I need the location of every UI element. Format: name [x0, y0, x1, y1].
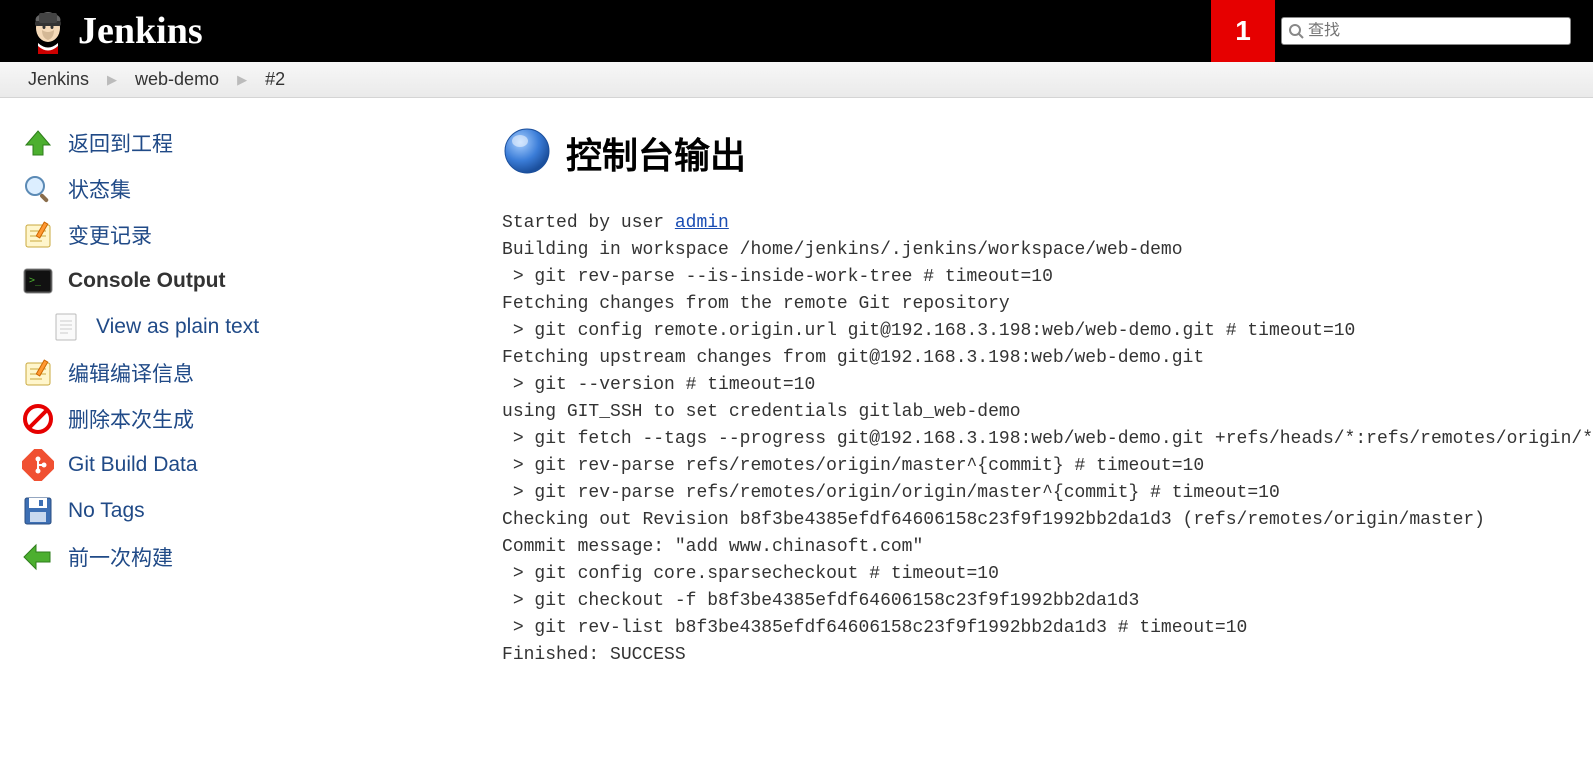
sidebar-label-previous-build[interactable]: 前一次构建	[68, 542, 173, 572]
sidebar-label-console-output[interactable]: Console Output	[68, 269, 225, 293]
notification-count: 1	[1235, 15, 1251, 47]
blue-ball-icon	[502, 126, 552, 180]
page-title-row: 控制台输出	[502, 126, 1593, 180]
notepad-edit-icon	[22, 357, 54, 389]
sidebar-label-back[interactable]: 返回到工程	[68, 128, 173, 158]
breadcrumb-bar: Jenkins ▶ web-demo ▶ #2	[0, 62, 1593, 98]
up-arrow-icon	[22, 127, 54, 159]
sidebar-label-git-data[interactable]: Git Build Data	[68, 453, 198, 477]
left-arrow-icon	[22, 541, 54, 573]
sidebar-label-no-tags[interactable]: No Tags	[68, 499, 145, 523]
forbidden-icon	[22, 403, 54, 435]
jenkins-logo-link[interactable]: Jenkins	[28, 8, 203, 54]
save-icon	[22, 495, 54, 527]
search-input[interactable]	[1308, 22, 1564, 40]
sidebar-item-console-output[interactable]: >_ Console Output	[22, 258, 502, 304]
top-header: Jenkins 1	[0, 0, 1593, 62]
console-user-link[interactable]: admin	[675, 213, 729, 233]
sidebar-label-changes[interactable]: 变更记录	[68, 220, 152, 250]
svg-text:>_: >_	[29, 275, 42, 286]
git-icon	[22, 449, 54, 481]
main-panel: 控制台输出 Started by user admin Building in …	[502, 98, 1593, 669]
sidebar-item-plain-text[interactable]: View as plain text	[50, 304, 502, 350]
page-title: 控制台输出	[566, 127, 746, 179]
search-box[interactable]	[1281, 17, 1571, 45]
sidebar-label-status[interactable]: 状态集	[68, 174, 131, 204]
console-lines: Building in workspace /home/jenkins/.jen…	[502, 240, 1593, 665]
jenkins-logo-text: Jenkins	[78, 9, 203, 53]
breadcrumb-build[interactable]: #2	[261, 69, 289, 90]
page-body: 返回到工程 状态集 变更记录 >_ Console Output View as	[0, 98, 1593, 669]
console-started-by-prefix: Started by user	[502, 213, 675, 233]
console-output: Started by user admin Building in worksp…	[502, 210, 1593, 669]
sidebar-label-plain-text[interactable]: View as plain text	[96, 315, 259, 339]
sidebar-item-delete-build[interactable]: 删除本次生成	[22, 396, 502, 442]
notification-badge[interactable]: 1	[1211, 0, 1275, 62]
search-icon	[1288, 23, 1304, 39]
breadcrumb-job[interactable]: web-demo	[131, 69, 223, 90]
notepad-icon	[22, 219, 54, 251]
sidebar-item-git-data[interactable]: Git Build Data	[22, 442, 502, 488]
sidebar-item-back[interactable]: 返回到工程	[22, 120, 502, 166]
sidebar-item-no-tags[interactable]: No Tags	[22, 488, 502, 534]
search-wrap	[1275, 0, 1581, 62]
side-panel: 返回到工程 状态集 变更记录 >_ Console Output View as	[0, 98, 502, 669]
sidebar-item-status[interactable]: 状态集	[22, 166, 502, 212]
header-right: 1	[1211, 0, 1581, 62]
magnifier-icon	[22, 173, 54, 205]
terminal-icon: >_	[22, 265, 54, 297]
sidebar-item-changes[interactable]: 变更记录	[22, 212, 502, 258]
chevron-right-icon: ▶	[237, 72, 247, 88]
sidebar-label-delete-build[interactable]: 删除本次生成	[68, 404, 194, 434]
breadcrumb-jenkins[interactable]: Jenkins	[24, 69, 93, 90]
chevron-right-icon: ▶	[107, 72, 117, 88]
document-icon	[50, 311, 82, 343]
sidebar-item-previous-build[interactable]: 前一次构建	[22, 534, 502, 580]
jenkins-head-icon	[28, 8, 68, 54]
sidebar-item-edit-build[interactable]: 编辑编译信息	[22, 350, 502, 396]
sidebar-label-edit-build[interactable]: 编辑编译信息	[68, 358, 194, 388]
